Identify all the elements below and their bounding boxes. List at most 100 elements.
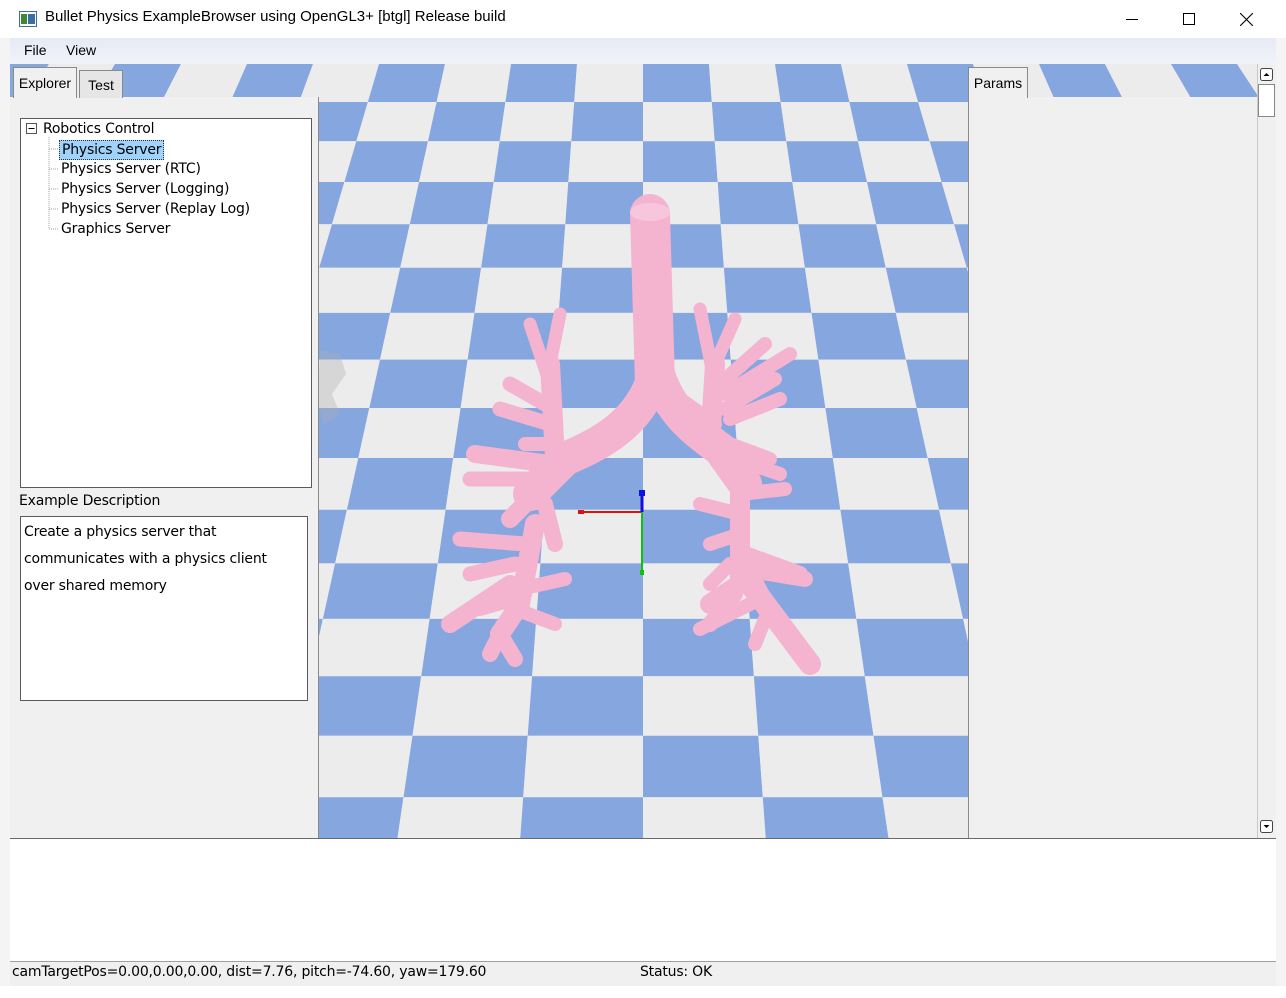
floor-tile: [786, 141, 867, 182]
floor-tile: [367, 64, 445, 102]
description-line: Create a physics server that: [24, 524, 217, 540]
floor-tile: [481, 224, 566, 268]
tree-root-robotics-control[interactable]: Robotics Control: [43, 119, 155, 139]
scroll-thumb[interactable]: [1258, 84, 1275, 117]
floor-tile: [643, 735, 763, 798]
description-line: over shared memory: [24, 578, 167, 594]
floor-tile: [356, 102, 437, 142]
tree-item-physics-server-logging[interactable]: Physics Server (Logging): [61, 179, 229, 199]
scroll-down-button[interactable]: [1258, 818, 1275, 835]
floor-tile: [792, 182, 877, 225]
scroll-up-button[interactable]: [1258, 66, 1275, 83]
tree-item-physics-server[interactable]: Physics Server: [59, 140, 165, 160]
floor-tile: [840, 509, 951, 564]
app-icon: [19, 11, 37, 27]
floor-tile: [849, 102, 930, 142]
minimize-icon: [1126, 19, 1138, 20]
floor-tile: [499, 102, 575, 142]
floor-tile: [397, 797, 524, 838]
floor-tile: [643, 141, 718, 182]
window-frame-left: [0, 38, 10, 988]
minimize-button[interactable]: [1103, 0, 1161, 38]
floor-tile: [523, 735, 643, 798]
floor-tile: [536, 563, 643, 619]
floor-tile: [832, 458, 940, 510]
tab-test[interactable]: Test: [79, 70, 123, 98]
floor-tile: [346, 458, 454, 510]
floor-tile: [856, 618, 976, 677]
window-title: Bullet Physics ExampleBrowser using Open…: [45, 8, 506, 25]
floor-tile: [344, 141, 428, 182]
floor-tile: [811, 312, 906, 360]
tree-item-graphics-server[interactable]: Graphics Server: [61, 219, 170, 239]
tree-item-physics-server-rtc[interactable]: Physics Server (RTC): [61, 159, 201, 179]
floor-tile: [487, 182, 569, 225]
floor-tile: [505, 64, 577, 102]
floor-tile: [558, 267, 643, 313]
floor-tile: [390, 267, 482, 313]
floor-tile: [780, 102, 858, 142]
description-label: Example Description: [19, 493, 161, 509]
floor-tile: [804, 267, 896, 313]
description-box: Create a physics server that communicate…: [20, 516, 308, 701]
floor-tile: [885, 267, 980, 313]
floor-tile: [709, 64, 781, 102]
menu-bar: [10, 38, 1276, 64]
floor-tile: [720, 224, 805, 268]
floor-tile: [520, 797, 643, 838]
floor-tile: [876, 224, 967, 268]
tab-explorer[interactable]: Explorer: [13, 67, 77, 98]
floor-tile: [310, 618, 430, 677]
floor-tile: [643, 102, 715, 142]
example-tree[interactable]: Robotics Control Physics Server Physics …: [20, 118, 312, 488]
vertical-scrollbar[interactable]: [1257, 64, 1276, 838]
floor-tile: [555, 312, 643, 360]
floor-tile: [841, 64, 919, 102]
floor-tile: [867, 182, 954, 225]
menu-view[interactable]: View: [66, 42, 96, 58]
floor-tile: [306, 267, 401, 313]
floor-tile: [714, 141, 793, 182]
scroll-up-icon: [1260, 68, 1273, 81]
camera-status: camTargetPos=0.00,0.00,0.00, dist=7.76, …: [12, 964, 487, 980]
floor-tile: [571, 102, 643, 142]
floor-tile: [358, 408, 461, 458]
floor-tile: [474, 267, 563, 313]
floor-tile: [643, 797, 766, 838]
floor-tile: [723, 267, 812, 313]
console-output[interactable]: [10, 838, 1276, 961]
maximize-icon: [1183, 13, 1195, 25]
floor-tile: [322, 563, 438, 619]
floor-tile: [568, 141, 643, 182]
floor-tile: [762, 797, 889, 838]
maximize-button[interactable]: [1160, 0, 1218, 38]
floor-tile: [369, 359, 468, 408]
floor-tile: [753, 676, 874, 736]
floor-tile: [798, 224, 886, 268]
floor-tile: [717, 182, 799, 225]
floor-tile: [825, 408, 928, 458]
floor-tile: [858, 141, 942, 182]
window-frame-bottom: [0, 986, 1286, 998]
floor-tile: [775, 64, 850, 102]
tree-item-physics-server-replay-log[interactable]: Physics Server (Replay Log): [61, 199, 250, 219]
menu-file[interactable]: File: [24, 42, 47, 58]
tab-params[interactable]: Params: [968, 67, 1028, 98]
floor-tile: [332, 182, 419, 225]
floor-tile: [574, 64, 643, 102]
floor-tile: [380, 312, 475, 360]
floor-tile: [493, 141, 572, 182]
floor-tile: [412, 676, 533, 736]
window-frame-right: [1276, 38, 1286, 988]
params-panel: [968, 97, 1258, 838]
tree-collapse-icon[interactable]: [26, 123, 37, 134]
floor-tile: [436, 64, 511, 102]
close-button[interactable]: [1217, 0, 1275, 38]
floor-tile: [319, 224, 410, 268]
floor-tile: [335, 509, 446, 564]
floor-tile: [428, 102, 506, 142]
floor-tile: [419, 141, 500, 182]
close-icon: [1239, 12, 1253, 26]
floor-tile: [643, 676, 759, 736]
floor-tile: [818, 359, 917, 408]
